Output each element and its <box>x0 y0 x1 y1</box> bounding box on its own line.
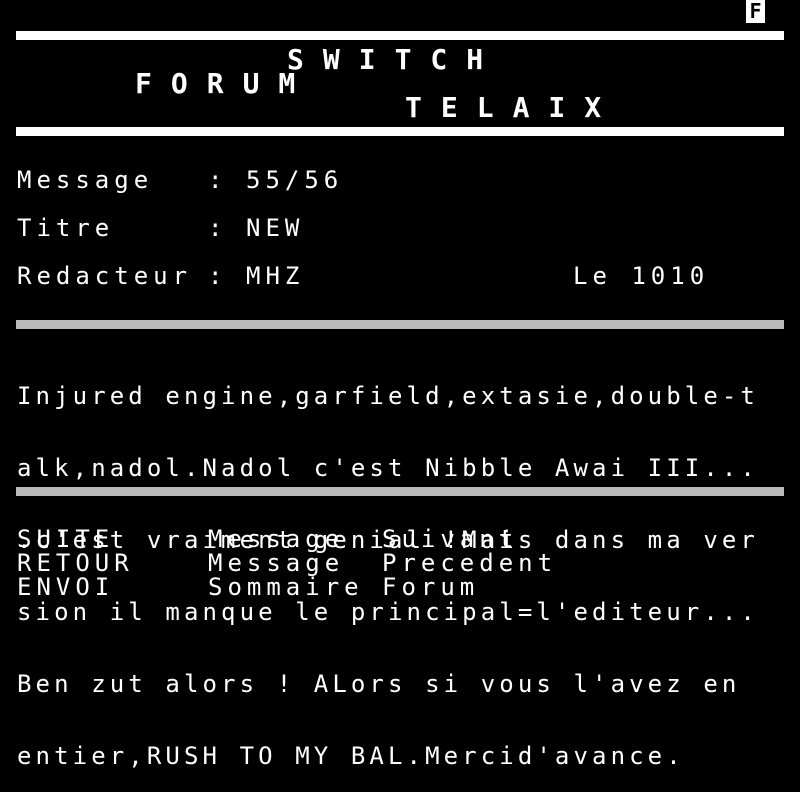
menu-action: Forum <box>382 573 480 601</box>
logo-telaix: TELAIX <box>405 91 621 124</box>
title-value: NEW <box>246 214 305 242</box>
key-suite[interactable]: SUITE <box>17 527 114 551</box>
logo-switch: SWITCH <box>287 43 503 76</box>
key-retour[interactable]: RETOUR <box>17 551 134 575</box>
message-date: Le 1010 <box>573 262 710 290</box>
title-colon: : <box>208 214 228 242</box>
message-top-rule <box>16 320 784 329</box>
title-label: Titre <box>17 214 115 242</box>
menu-action: Suivant <box>382 525 519 553</box>
header-bottom-rule <box>16 127 784 136</box>
message-bottom-rule <box>16 487 784 496</box>
author-colon: : <box>208 262 228 290</box>
menu-target: Message <box>208 525 345 553</box>
menu-target: Sommaire <box>208 573 364 601</box>
logo-forum: FORUM <box>135 67 315 100</box>
message-line: entier,RUSH TO MY BAL.Mercid'avance. <box>17 742 685 770</box>
key-envoi[interactable]: ENVOI <box>17 575 114 599</box>
author-value: MHZ <box>246 262 305 290</box>
message-line: sion il manque le principal=l'editeur... <box>17 598 759 626</box>
message-line: Ben zut alors ! ALors si vous l'avez en <box>17 670 741 698</box>
menu-target: Message <box>208 549 345 577</box>
message-line: Injured engine,garfield,extasie,double-t <box>17 382 759 410</box>
status-indicator: F <box>746 0 765 23</box>
menu-action: Precedent <box>382 549 558 577</box>
header-top-rule <box>16 31 784 40</box>
message-number-value: 55/56 <box>246 166 344 194</box>
message-number-label: Message <box>17 166 154 194</box>
message-line: alk,nadol.Nadol c'est Nibble Awai III... <box>17 454 759 482</box>
author-label: Redacteur <box>17 262 193 290</box>
message-number-colon: : <box>208 166 228 194</box>
